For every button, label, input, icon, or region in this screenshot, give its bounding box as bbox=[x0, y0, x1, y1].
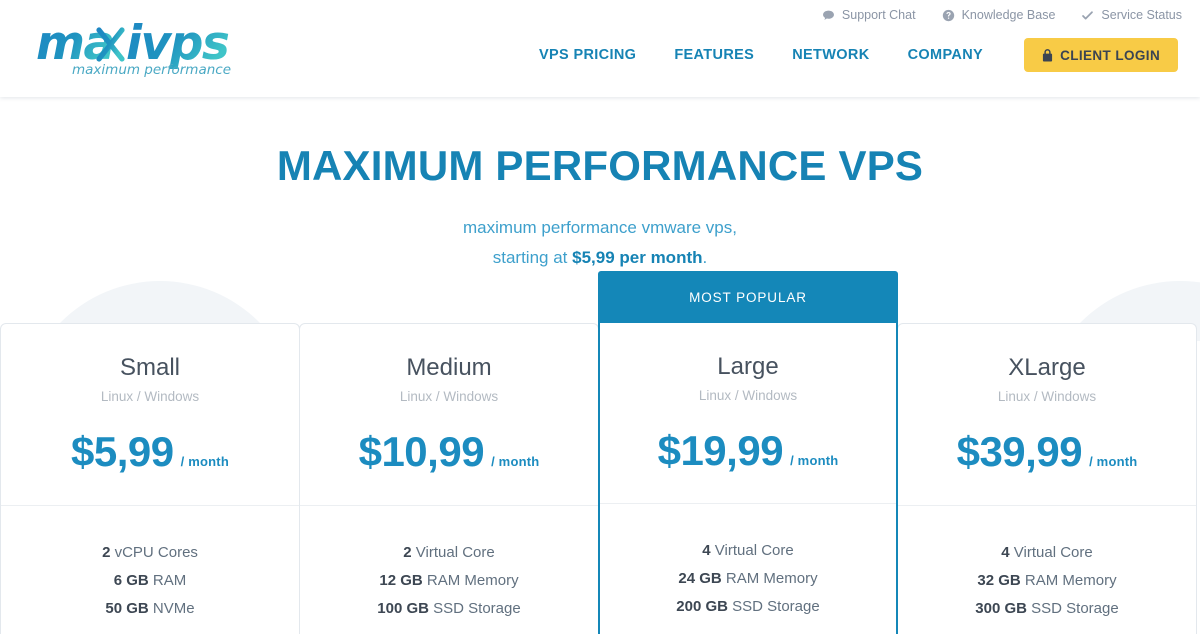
hero-subtitle-suffix: . bbox=[702, 248, 708, 267]
spec-cpu: 2 Virtual Core bbox=[300, 539, 598, 567]
nav-item-features[interactable]: FEATURES bbox=[655, 38, 773, 72]
utility-link-label: Knowledge Base bbox=[961, 8, 1056, 22]
pricing-card-specs: 4 Virtual Core 32 GB RAM Memory 300 GB S… bbox=[898, 506, 1196, 623]
spec-cpu: 4 Virtual Core bbox=[600, 537, 896, 565]
plan-os: Linux / Windows bbox=[399, 389, 499, 404]
spec-label: NVMe bbox=[148, 600, 195, 617]
spec-label: Virtual Core bbox=[710, 542, 794, 559]
spec-ram: 12 GB RAM Memory bbox=[300, 567, 598, 595]
spec-label: Virtual Core bbox=[411, 544, 495, 561]
spec-cpu: 2 vCPU Cores bbox=[1, 539, 299, 567]
utility-link-label: Support Chat bbox=[841, 8, 916, 22]
spec-storage: 300 GB SSD Storage bbox=[898, 595, 1196, 623]
spec-value: 4 bbox=[1001, 544, 1010, 561]
site-header: Support Chat Knowledge Base Service Stat… bbox=[0, 0, 1200, 97]
spec-value: 4 bbox=[702, 542, 711, 559]
hero-subtitle-line-2: starting at $5,99 per month. bbox=[0, 243, 1200, 273]
hero-section: MAXIMUM PERFORMANCE VPS maximum performa… bbox=[0, 97, 1200, 273]
plan-price-row: $19,99 / month bbox=[600, 427, 896, 475]
spec-value: 32 GB bbox=[977, 572, 1021, 589]
pricing-card-header: Large Linux / Windows $19,99 / month bbox=[600, 323, 896, 504]
spec-ram: 24 GB RAM Memory bbox=[600, 565, 896, 593]
plan-price: $19,99 bbox=[657, 427, 784, 474]
lock-icon bbox=[1042, 48, 1053, 62]
nav-item-vps-pricing[interactable]: VPS PRICING bbox=[520, 38, 655, 72]
spec-ram: 32 GB RAM Memory bbox=[898, 567, 1196, 595]
pricing-card-medium[interactable]: Medium Linux / Windows $10,99 / month 2 … bbox=[299, 323, 599, 634]
plan-price: $10,99 bbox=[358, 428, 485, 475]
spec-label: SSD Storage bbox=[1026, 600, 1119, 617]
pricing-card-specs: 4 Virtual Core 24 GB RAM Memory 200 GB S… bbox=[600, 504, 896, 621]
hero-subtitle-price: $5,99 per month bbox=[572, 248, 703, 267]
spec-label: vCPU Cores bbox=[110, 544, 198, 561]
spec-label: RAM Memory bbox=[721, 570, 818, 587]
nav-item-company[interactable]: COMPANY bbox=[889, 38, 1003, 72]
spec-label: Virtual Core bbox=[1009, 544, 1093, 561]
nav-item-network[interactable]: NETWORK bbox=[773, 38, 888, 72]
plan-price-row: $5,99 / month bbox=[1, 428, 299, 476]
pricing-card-specs: 2 vCPU Cores 6 GB RAM 50 GB NVMe bbox=[1, 506, 299, 623]
pricing-card-header: Small Linux / Windows $5,99 / month bbox=[1, 324, 299, 506]
plan-price: $39,99 bbox=[956, 428, 1083, 475]
plan-os: Linux / Windows bbox=[100, 389, 200, 404]
plan-price: $5,99 bbox=[71, 428, 174, 475]
pricing-card-header: Medium Linux / Windows $10,99 / month bbox=[300, 324, 598, 506]
pricing-card-xlarge[interactable]: XLarge Linux / Windows $39,99 / month 4 … bbox=[897, 323, 1197, 634]
plan-os: Linux / Windows bbox=[997, 389, 1097, 404]
plan-price-period: / month bbox=[790, 453, 839, 468]
utility-link-label: Service Status bbox=[1101, 8, 1182, 22]
plan-price-period: / month bbox=[491, 454, 540, 469]
hero-subtitle-line-1: maximum performance vmware vps, bbox=[463, 218, 737, 237]
question-circle-icon bbox=[942, 9, 955, 22]
spec-value: 50 GB bbox=[105, 600, 149, 617]
client-login-button[interactable]: CLIENT LOGIN bbox=[1024, 38, 1179, 72]
plan-name: Large bbox=[717, 353, 779, 380]
hero-subtitle: maximum performance vmware vps, starting… bbox=[0, 213, 1200, 273]
page-title: MAXIMUM PERFORMANCE VPS bbox=[276, 142, 924, 189]
site-logo[interactable]: ma ivps maximum performance bbox=[36, 19, 264, 81]
utility-link-service-status[interactable]: Service Status bbox=[1081, 7, 1182, 23]
pricing-section: Small Linux / Windows $5,99 / month 2 vC… bbox=[0, 271, 1200, 634]
spec-value: 200 GB bbox=[676, 598, 728, 615]
plan-os: Linux / Windows bbox=[698, 388, 798, 403]
chat-bubble-icon bbox=[822, 9, 835, 22]
plan-name: Medium bbox=[406, 354, 492, 381]
pricing-card-list: Small Linux / Windows $5,99 / month 2 vC… bbox=[0, 271, 1200, 634]
plan-name: XLarge bbox=[1008, 354, 1086, 381]
svg-text:maximum performance: maximum performance bbox=[72, 62, 231, 78]
most-popular-badge: MOST POPULAR bbox=[598, 271, 898, 323]
plan-price-period: / month bbox=[180, 454, 229, 469]
spec-cpu: 4 Virtual Core bbox=[898, 539, 1196, 567]
pricing-card-header: XLarge Linux / Windows $39,99 / month bbox=[898, 324, 1196, 506]
spec-storage: 200 GB SSD Storage bbox=[600, 593, 896, 621]
client-login-label: CLIENT LOGIN bbox=[1060, 47, 1161, 63]
spec-value: 100 GB bbox=[377, 600, 429, 617]
spec-label: RAM Memory bbox=[422, 572, 519, 589]
spec-value: 6 GB bbox=[113, 572, 149, 589]
utility-link-knowledge-base[interactable]: Knowledge Base bbox=[942, 7, 1056, 23]
spec-value: 12 GB bbox=[379, 572, 423, 589]
utility-nav: Support Chat Knowledge Base Service Stat… bbox=[822, 7, 1182, 23]
plan-price-row: $10,99 / month bbox=[300, 428, 598, 476]
spec-value: 24 GB bbox=[678, 570, 722, 587]
spec-storage: 100 GB SSD Storage bbox=[300, 595, 598, 623]
spec-value: 2 bbox=[403, 544, 412, 561]
spec-label: SSD Storage bbox=[428, 600, 521, 617]
pricing-card-specs: 2 Virtual Core 12 GB RAM Memory 100 GB S… bbox=[300, 506, 598, 623]
plan-price-row: $39,99 / month bbox=[898, 428, 1196, 476]
plan-name: Small bbox=[119, 354, 180, 381]
check-icon bbox=[1081, 9, 1094, 22]
spec-label: SSD Storage bbox=[727, 598, 820, 615]
spec-storage: 50 GB NVMe bbox=[1, 595, 299, 623]
pricing-card-large[interactable]: MOST POPULAR Large Linux / Windows $19,9… bbox=[598, 271, 898, 634]
spec-ram: 6 GB RAM bbox=[1, 567, 299, 595]
hero-subtitle-prefix: starting at bbox=[492, 248, 573, 267]
main-navigation: VPS PRICING FEATURES NETWORK COMPANY CLI… bbox=[520, 38, 1179, 72]
plan-price-period: / month bbox=[1089, 454, 1138, 469]
spec-value: 300 GB bbox=[975, 600, 1027, 617]
pricing-card-small[interactable]: Small Linux / Windows $5,99 / month 2 vC… bbox=[0, 323, 300, 634]
utility-link-support-chat[interactable]: Support Chat bbox=[822, 7, 916, 23]
spec-label: RAM Memory bbox=[1020, 572, 1117, 589]
spec-label: RAM bbox=[148, 572, 187, 589]
